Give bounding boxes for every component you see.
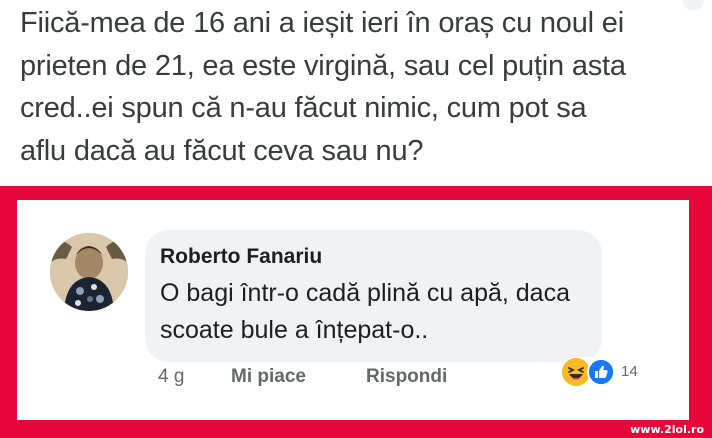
post-line: cred..ei spun că n-au făcut nimic, cum p… [20,92,587,124]
haha-icon [562,358,590,386]
comment-timestamp[interactable]: 4 g [158,366,184,388]
watermark: www.2lol.ro [630,423,704,436]
comment-line: O bagi într-o cadă plină cu apă, daca [160,279,570,307]
post-text: Fiică-mea de 16 ani a ieșit ieri în oraș… [20,2,700,172]
like-icon [587,358,615,386]
post-line: prieten de 21, ea este virgină, sau cel … [20,49,626,82]
reply-button[interactable]: Rispondi [366,366,447,388]
avatar[interactable] [50,233,128,311]
comment-line: scoate bule a înțepat-o.. [160,316,429,344]
post-line: Fiică-mea de 16 ani a ieșit ieri în oraș… [20,7,624,39]
reaction-count: 14 [621,363,638,380]
post-line: aflu dacă au făcut ceva sau nu? [20,134,424,167]
post-area: Fiică-mea de 16 ani a ieșit ieri în oraș… [0,0,712,186]
comment-text: O bagi într-o cadă plină cu apă, daca sc… [160,275,590,349]
avatar-image [50,233,128,311]
comment-author[interactable]: Roberto Fanariu [160,245,322,269]
like-button[interactable]: Mi piace [231,366,306,388]
